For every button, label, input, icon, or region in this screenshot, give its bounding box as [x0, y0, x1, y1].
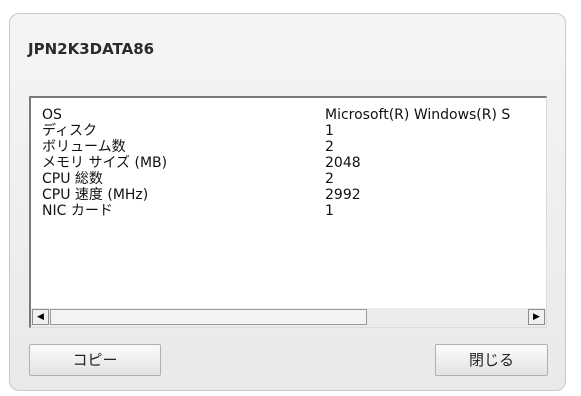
- dialog-title: JPN2K3DATA86: [28, 40, 155, 58]
- list-item: CPU 総数 2: [42, 171, 546, 187]
- list-item: NIC カード 1: [42, 203, 546, 219]
- list-item: ディスク 1: [42, 123, 546, 139]
- copy-button[interactable]: コピー: [29, 344, 161, 376]
- arrow-left-icon: ◀: [37, 312, 44, 322]
- property-key: OS: [42, 107, 62, 123]
- property-key: ディスク: [42, 123, 98, 139]
- horizontal-scrollbar[interactable]: ◀ ▶: [31, 308, 546, 327]
- list-item: ボリューム数 2: [42, 139, 546, 155]
- list-item: CPU 速度 (MHz) 2992: [42, 187, 546, 203]
- dialog-panel: JPN2K3DATA86 OS Microsoft(R) Windows(R) …: [9, 13, 566, 391]
- property-value: 1: [325, 203, 334, 219]
- scroll-left-button[interactable]: ◀: [32, 309, 49, 325]
- property-value: 2992: [325, 187, 361, 203]
- properties-list[interactable]: OS Microsoft(R) Windows(R) S ディスク 1 ボリュー…: [29, 96, 547, 328]
- list-item: OS Microsoft(R) Windows(R) S: [42, 107, 546, 123]
- properties-rows: OS Microsoft(R) Windows(R) S ディスク 1 ボリュー…: [42, 107, 546, 219]
- property-value: 2: [325, 139, 334, 155]
- property-value: Microsoft(R) Windows(R) S: [325, 107, 511, 123]
- scrollbar-thumb[interactable]: [50, 309, 367, 325]
- property-value: 2: [325, 171, 334, 187]
- property-key: CPU 総数: [42, 171, 103, 187]
- arrow-right-icon: ▶: [533, 312, 540, 322]
- close-button[interactable]: 閉じる: [435, 344, 548, 376]
- property-value: 2048: [325, 155, 361, 171]
- property-value: 1: [325, 123, 334, 139]
- property-key: CPU 速度 (MHz): [42, 187, 149, 203]
- property-key: NIC カード: [42, 203, 113, 219]
- list-item: メモリ サイズ (MB) 2048: [42, 155, 546, 171]
- property-key: ボリューム数: [42, 139, 126, 155]
- property-key: メモリ サイズ (MB): [42, 155, 168, 171]
- scroll-right-button[interactable]: ▶: [528, 309, 545, 325]
